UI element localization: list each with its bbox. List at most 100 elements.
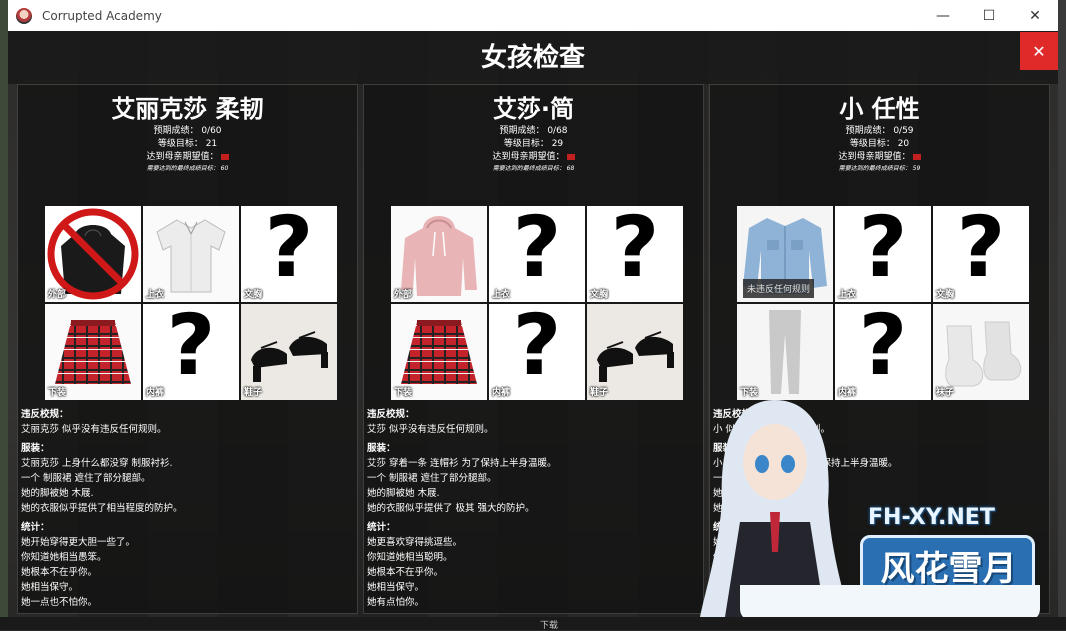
slot-label: 上衣 [492, 290, 511, 300]
watermark-ice [740, 585, 1040, 621]
clothing-slot-unknown[interactable]: ? 内裤 [143, 304, 239, 400]
girl-panel: 艾丽克莎 柔韧预期成绩： 0/60 等级目标： 21 达到母亲期望值： 需要达到的最终… [17, 84, 358, 614]
unknown-item-icon: ? [858, 304, 908, 394]
clothing-slot-pink-hoodie[interactable]: 外部 [391, 206, 487, 302]
tooltip: 未违反任何规则 [743, 279, 815, 298]
unknown-item-icon: ? [956, 206, 1006, 296]
app-icon [16, 7, 32, 24]
stats-line: 你知道她相当愚笨。 [21, 552, 107, 563]
slot-label: 袜子 [936, 388, 955, 398]
stats-line: 她开始穿得更大胆一些了。 [21, 537, 136, 548]
expected-score: 预期成绩： 0/60 [153, 126, 222, 136]
clothing-line: 她的脚被她 木屐. [21, 488, 94, 499]
stats-line: 她根本不在乎你。 [21, 567, 98, 578]
status-indicator [566, 153, 575, 160]
clothing-line: 一个 制服裙 遮住了部分腿部。 [21, 473, 151, 484]
clothing-line: 她的脚被她 木屐. [367, 488, 440, 499]
clothing-slot-plaid-skirt[interactable]: 下装 [45, 304, 141, 400]
stats-line: 你知道她相当聪明。 [367, 552, 453, 563]
close-window-button[interactable]: ✕ [1012, 0, 1058, 31]
title-bar: Corrupted Academy — ☐ ✕ [8, 0, 1058, 31]
taskbar [0, 617, 1066, 630]
slot-label: 下装 [48, 388, 67, 398]
girl-name: 艾丽克莎 柔韧 [111, 95, 264, 123]
clothing-slot-denim-jacket[interactable]: 未违反任何规则 [737, 206, 833, 302]
clothing-slot-unknown[interactable]: ? 内裤 [489, 304, 585, 400]
minimize-button[interactable]: — [920, 0, 966, 31]
violation-text: 艾丽克莎 似乎没有违反任何规则。 [21, 424, 167, 435]
unknown-item-icon: ? [512, 304, 562, 394]
stats-line: 她有点怕你。 [367, 597, 425, 608]
expected-score: 预期成绩： 0/59 [845, 126, 914, 136]
background-desktop-strip [0, 0, 8, 630]
slot-label: 文胸 [244, 290, 263, 300]
slot-label: 外部 [394, 290, 413, 300]
clothing-line: 一个 制服裙 遮住了部分腿部。 [367, 473, 497, 484]
mother-expectation-label: 达到母亲期望值： [146, 152, 219, 162]
description-area: 违反校规： 艾丽克莎 似乎没有违反任何规则。 服装： 艾丽克莎 上身什么都没穿 制服衬… [21, 403, 351, 610]
expected-score: 预期成绩： 0/68 [499, 126, 568, 136]
clothing-slot-white-shirt[interactable]: 上衣 [143, 206, 239, 302]
slot-label: 文胸 [590, 290, 609, 300]
watermark-url: FH-XY.NET [868, 505, 995, 530]
unknown-item-icon: ? [512, 206, 562, 296]
clothing-slot-banned-hoodie[interactable]: 外部 [45, 206, 141, 302]
grade-goal: 等级目标： 21 [157, 139, 218, 149]
clothing-line: 她的衣服似乎提供了 极其 强大的防护。 [367, 503, 535, 514]
clothing-slot-unknown[interactable]: ? 文胸 [587, 206, 683, 302]
slot-label: 外部 [48, 290, 67, 300]
clothing-slot-black-shoes[interactable]: 鞋子 [241, 304, 337, 400]
clothing-slot-unknown[interactable]: ? 文胸 [241, 206, 337, 302]
clothing-slot-unknown[interactable]: ? 内裤 [835, 304, 931, 400]
window-controls: — ☐ ✕ [920, 0, 1058, 31]
clothing-title: 服装： [21, 443, 50, 454]
clothing-slot-unknown[interactable]: ? 上衣 [489, 206, 585, 302]
unknown-item-icon: ? [858, 206, 908, 296]
clothing-grid: 外部? 上衣? 文胸 下装? 内裤 鞋子 [391, 206, 683, 400]
clothing-slot-unknown[interactable]: ? 上衣 [835, 206, 931, 302]
violation-text: 艾莎 似乎没有违反任何规则。 [367, 424, 494, 435]
slot-label: 鞋子 [590, 388, 609, 398]
clothing-slot-unknown[interactable]: ? 文胸 [933, 206, 1029, 302]
slot-label: 内裤 [492, 388, 511, 398]
window-title: Corrupted Academy [42, 8, 162, 23]
clothing-line: 艾莎 穿着一条 连帽衫 为了保持上半身温暖。 [367, 458, 557, 469]
status-indicator [220, 153, 229, 160]
slot-label: 上衣 [146, 290, 165, 300]
unknown-item-icon: ? [264, 206, 314, 296]
mother-expectation: 达到母亲期望值： [364, 151, 703, 164]
grade-goal: 等级目标： 20 [849, 139, 910, 149]
stats-title: 统计： [21, 522, 50, 533]
watermark-character [700, 400, 850, 617]
clothing-slot-white-socks[interactable]: 袜子 [933, 304, 1029, 400]
clothing-slot-plaid-skirt[interactable]: 下装 [391, 304, 487, 400]
slot-label: 上衣 [838, 290, 857, 300]
clothing-slot-black-shoes[interactable]: 鞋子 [587, 304, 683, 400]
clothing-slot-grey-leggings[interactable]: 下装 [737, 304, 833, 400]
close-inspection-button[interactable]: ✕ [1020, 32, 1058, 70]
background-side-strip [1058, 0, 1066, 630]
girl-name: 艾莎·简 [492, 95, 575, 123]
clothing-grid: 外部 上衣? 文胸 下装? 内裤 鞋子 [45, 206, 337, 400]
mother-expectation: 达到母亲期望值： [18, 151, 357, 164]
unknown-item-icon: ? [166, 304, 216, 394]
mother-expectation-label: 达到母亲期望值： [838, 152, 911, 162]
stats-line: 她相当保守。 [21, 582, 79, 593]
unknown-item-icon: ? [610, 206, 660, 296]
maximize-button[interactable]: ☐ [966, 0, 1012, 31]
clothing-grid: 未违反任何规则? 上衣? 文胸 下装? 内裤 袜子 [737, 206, 1029, 400]
clothing-line: 她的衣服似乎提供了相当程度的防护。 [21, 503, 183, 514]
girl-name: 小 任性 [839, 95, 920, 123]
stats-title: 统计： [367, 522, 396, 533]
clothing-line: 艾丽克莎 上身什么都没穿 制服衬衫. [21, 458, 173, 469]
stats-line: 她根本不在乎你。 [367, 567, 444, 578]
status-indicator [912, 153, 921, 160]
taskbar-item[interactable]: 下载 [540, 618, 558, 631]
stats-line: 她更喜欢穿得挑逗些。 [367, 537, 463, 548]
final-goal: 需要达到的最终成绩目标： 60 [146, 165, 229, 172]
slot-label: 文胸 [936, 290, 955, 300]
stats-line: 她一点也不怕你。 [21, 597, 98, 608]
girl-panel: 艾莎·简 预期成绩： 0/68 等级目标： 29 达到母亲期望值： 需要达到的最终成绩目… [363, 84, 704, 614]
slot-label: 鞋子 [244, 388, 263, 398]
final-goal: 需要达到的最终成绩目标： 68 [492, 165, 575, 172]
